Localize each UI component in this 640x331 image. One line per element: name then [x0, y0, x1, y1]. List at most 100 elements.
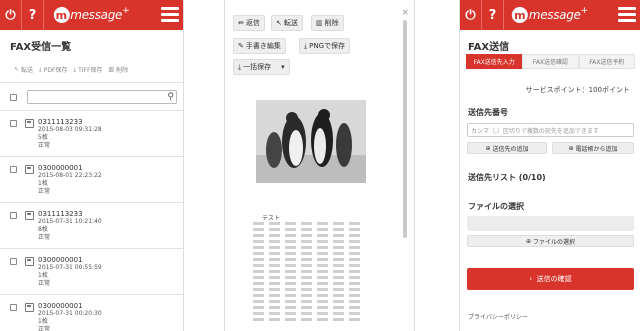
bulk-save-label: 一括保存: [243, 63, 272, 71]
menu-icon[interactable]: [161, 7, 179, 23]
logo-text: message: [528, 8, 581, 22]
fax-viewer-panel: × ⇚ 返信 ↖ 転送 ▥ 削除 ✎ 手書き編集 ⤓ PNGで保存 ⤓ 一括保存 ▾: [224, 0, 415, 331]
pdf-save-label: PDF保存: [43, 67, 68, 74]
logo-mark: m: [53, 7, 70, 23]
inbox-toolbar: ↖ 転送 ⤓ PDF保存 ⤓ TIFF保存 ▥ 削除: [0, 53, 183, 75]
confirm-send-label: 送信の確認: [536, 275, 572, 283]
fax-datetime: 2015-07-31 10:21:40: [38, 218, 102, 225]
add-from-phonebook-label: 電話帳から追加: [575, 145, 618, 153]
file-heading: ファイルの選択: [468, 202, 524, 211]
fax-pages: 8枚: [38, 226, 48, 233]
fax-number: 0300000001: [38, 302, 83, 310]
power-icon[interactable]: ⏻: [0, 0, 22, 30]
page-title: FAX送信: [468, 42, 510, 53]
fax-number: 0300000001: [38, 256, 83, 264]
delete-button[interactable]: ▥ 削除: [311, 15, 344, 31]
plus-circle-icon: ⊕: [568, 144, 574, 152]
dest-number-input[interactable]: カンマ（,）区切りで複数の宛先を追加できます: [467, 123, 634, 137]
select-all-checkbox[interactable]: [10, 93, 17, 101]
forward-label: 転送: [21, 67, 34, 74]
fax-datetime: 2015-07-31 00:20:30: [38, 310, 102, 317]
item-checkbox[interactable]: [10, 120, 17, 127]
fax-icon: [25, 211, 34, 220]
handwrite-edit-button[interactable]: ✎ 手書き編集: [233, 38, 286, 54]
fax-inbox-panel: ⏻ ? m message + FAX受信一覧 ↖ 転送 ⤓ PDF保存 ⤓ TIFF…: [0, 0, 184, 331]
png-save-label: PNGで保存: [309, 42, 345, 50]
logo-text: message: [70, 8, 123, 22]
file-select-button[interactable]: ⊕ ファイルの選択: [467, 235, 634, 247]
item-checkbox[interactable]: [10, 258, 17, 265]
add-from-phonebook-button[interactable]: ⊕ 電話帳から追加: [552, 142, 634, 154]
add-destination-label: 送信先の追加: [492, 145, 529, 153]
list-item[interactable]: 0300000001 2015-07-31 00:55:59 1枚 正常: [0, 248, 183, 294]
fax-icon: [25, 165, 34, 174]
delete-button[interactable]: ▥ 削除: [108, 65, 128, 74]
pencil-icon: ✎: [238, 42, 244, 50]
download-icon: ⤓: [238, 62, 242, 71]
forward-icon: ↖: [14, 66, 20, 73]
handwrite-label: 手書き編集: [245, 42, 281, 50]
item-checkbox[interactable]: [10, 304, 17, 311]
fax-datetime: 2015-08-03 09:31:28: [38, 126, 102, 133]
delete-label: 削除: [116, 67, 129, 74]
forward-button[interactable]: ↖ 転送: [14, 65, 33, 74]
step-indicator: FAX送信先入力 FAX送信確認 FAX送信予約: [466, 54, 635, 69]
logo[interactable]: m message +: [53, 6, 130, 24]
fax-number: 0300000001: [38, 164, 83, 172]
logo-plus: +: [122, 6, 130, 16]
fax-icon: [25, 257, 34, 266]
page-title: FAX受信一覧: [10, 42, 72, 53]
file-drop-area[interactable]: [467, 216, 634, 231]
png-save-button[interactable]: ⤓ PNGで保存: [299, 38, 350, 54]
scrollbar[interactable]: [403, 20, 407, 238]
fax-number: 0311113233: [38, 118, 83, 126]
plus-circle-icon: ⊕: [526, 237, 532, 245]
fax-icon: [25, 303, 34, 312]
item-checkbox[interactable]: [10, 212, 17, 219]
reply-icon: ⇚: [238, 19, 244, 27]
menu-icon[interactable]: [618, 7, 636, 23]
list-item[interactable]: 0311113233 2015-08-03 09:31:28 5枚 正常: [0, 110, 183, 156]
step-confirm: FAX送信確認: [522, 54, 579, 69]
privacy-policy-link[interactable]: プライバシーポリシー: [468, 312, 528, 321]
reply-button[interactable]: ⇚ 返信: [233, 15, 265, 31]
trash-icon: ▥: [316, 19, 323, 27]
close-icon[interactable]: ×: [401, 8, 409, 18]
logo[interactable]: m message +: [511, 6, 589, 24]
list-item[interactable]: 0311113233 2015-07-31 10:21:40 8枚 正常: [0, 202, 183, 248]
list-item[interactable]: 0300000001 2015-08-01 22:23:22 1枚 正常: [0, 156, 183, 202]
fax-status: 正常: [38, 188, 51, 195]
fax-pages: 5枚: [38, 134, 48, 141]
fax-status: 正常: [38, 142, 51, 149]
dest-heading: 送信先番号: [468, 108, 508, 117]
search-row: ⚲: [0, 83, 183, 110]
add-destination-button[interactable]: ⊕ 送信先の追加: [467, 142, 547, 154]
item-checkbox[interactable]: [10, 166, 17, 173]
chevron-right-icon: ›: [529, 275, 533, 283]
search-icon[interactable]: ⚲: [167, 92, 174, 102]
penguin-image: [256, 100, 366, 183]
download-icon: ⤓: [39, 65, 42, 73]
pdf-save-button[interactable]: ⤓ PDF保存: [39, 65, 68, 75]
logo-mark: m: [511, 7, 528, 23]
forward-button[interactable]: ↖ 転送: [271, 15, 303, 31]
top-bar: ⏻ ? m message +: [0, 0, 183, 30]
fax-pages: 1枚: [38, 180, 48, 187]
help-icon[interactable]: ?: [22, 0, 44, 30]
tiff-save-button[interactable]: ⤓ TIFF保存: [73, 65, 102, 75]
bulk-save-dropdown[interactable]: ⤓ 一括保存 ▾: [233, 59, 290, 75]
list-item[interactable]: 0300000001 2015-07-31 00:20:30 1枚 正常: [0, 294, 183, 331]
forward-label: 転送: [283, 19, 298, 27]
fax-icon: [25, 119, 34, 128]
document-label: テスト: [262, 215, 281, 222]
download-icon: ⤓: [73, 65, 77, 73]
logo-plus: +: [580, 6, 589, 16]
file-select-label: ファイルの選択: [532, 238, 575, 246]
confirm-send-button[interactable]: › 送信の確認: [467, 268, 634, 290]
help-icon[interactable]: ?: [482, 0, 504, 30]
power-icon[interactable]: ⏻: [460, 0, 482, 30]
fax-datetime: 2015-07-31 00:55:59: [38, 264, 102, 271]
search-input[interactable]: ⚲: [27, 90, 177, 104]
fax-status: 正常: [38, 234, 51, 241]
step-schedule: FAX送信予約: [578, 54, 635, 69]
